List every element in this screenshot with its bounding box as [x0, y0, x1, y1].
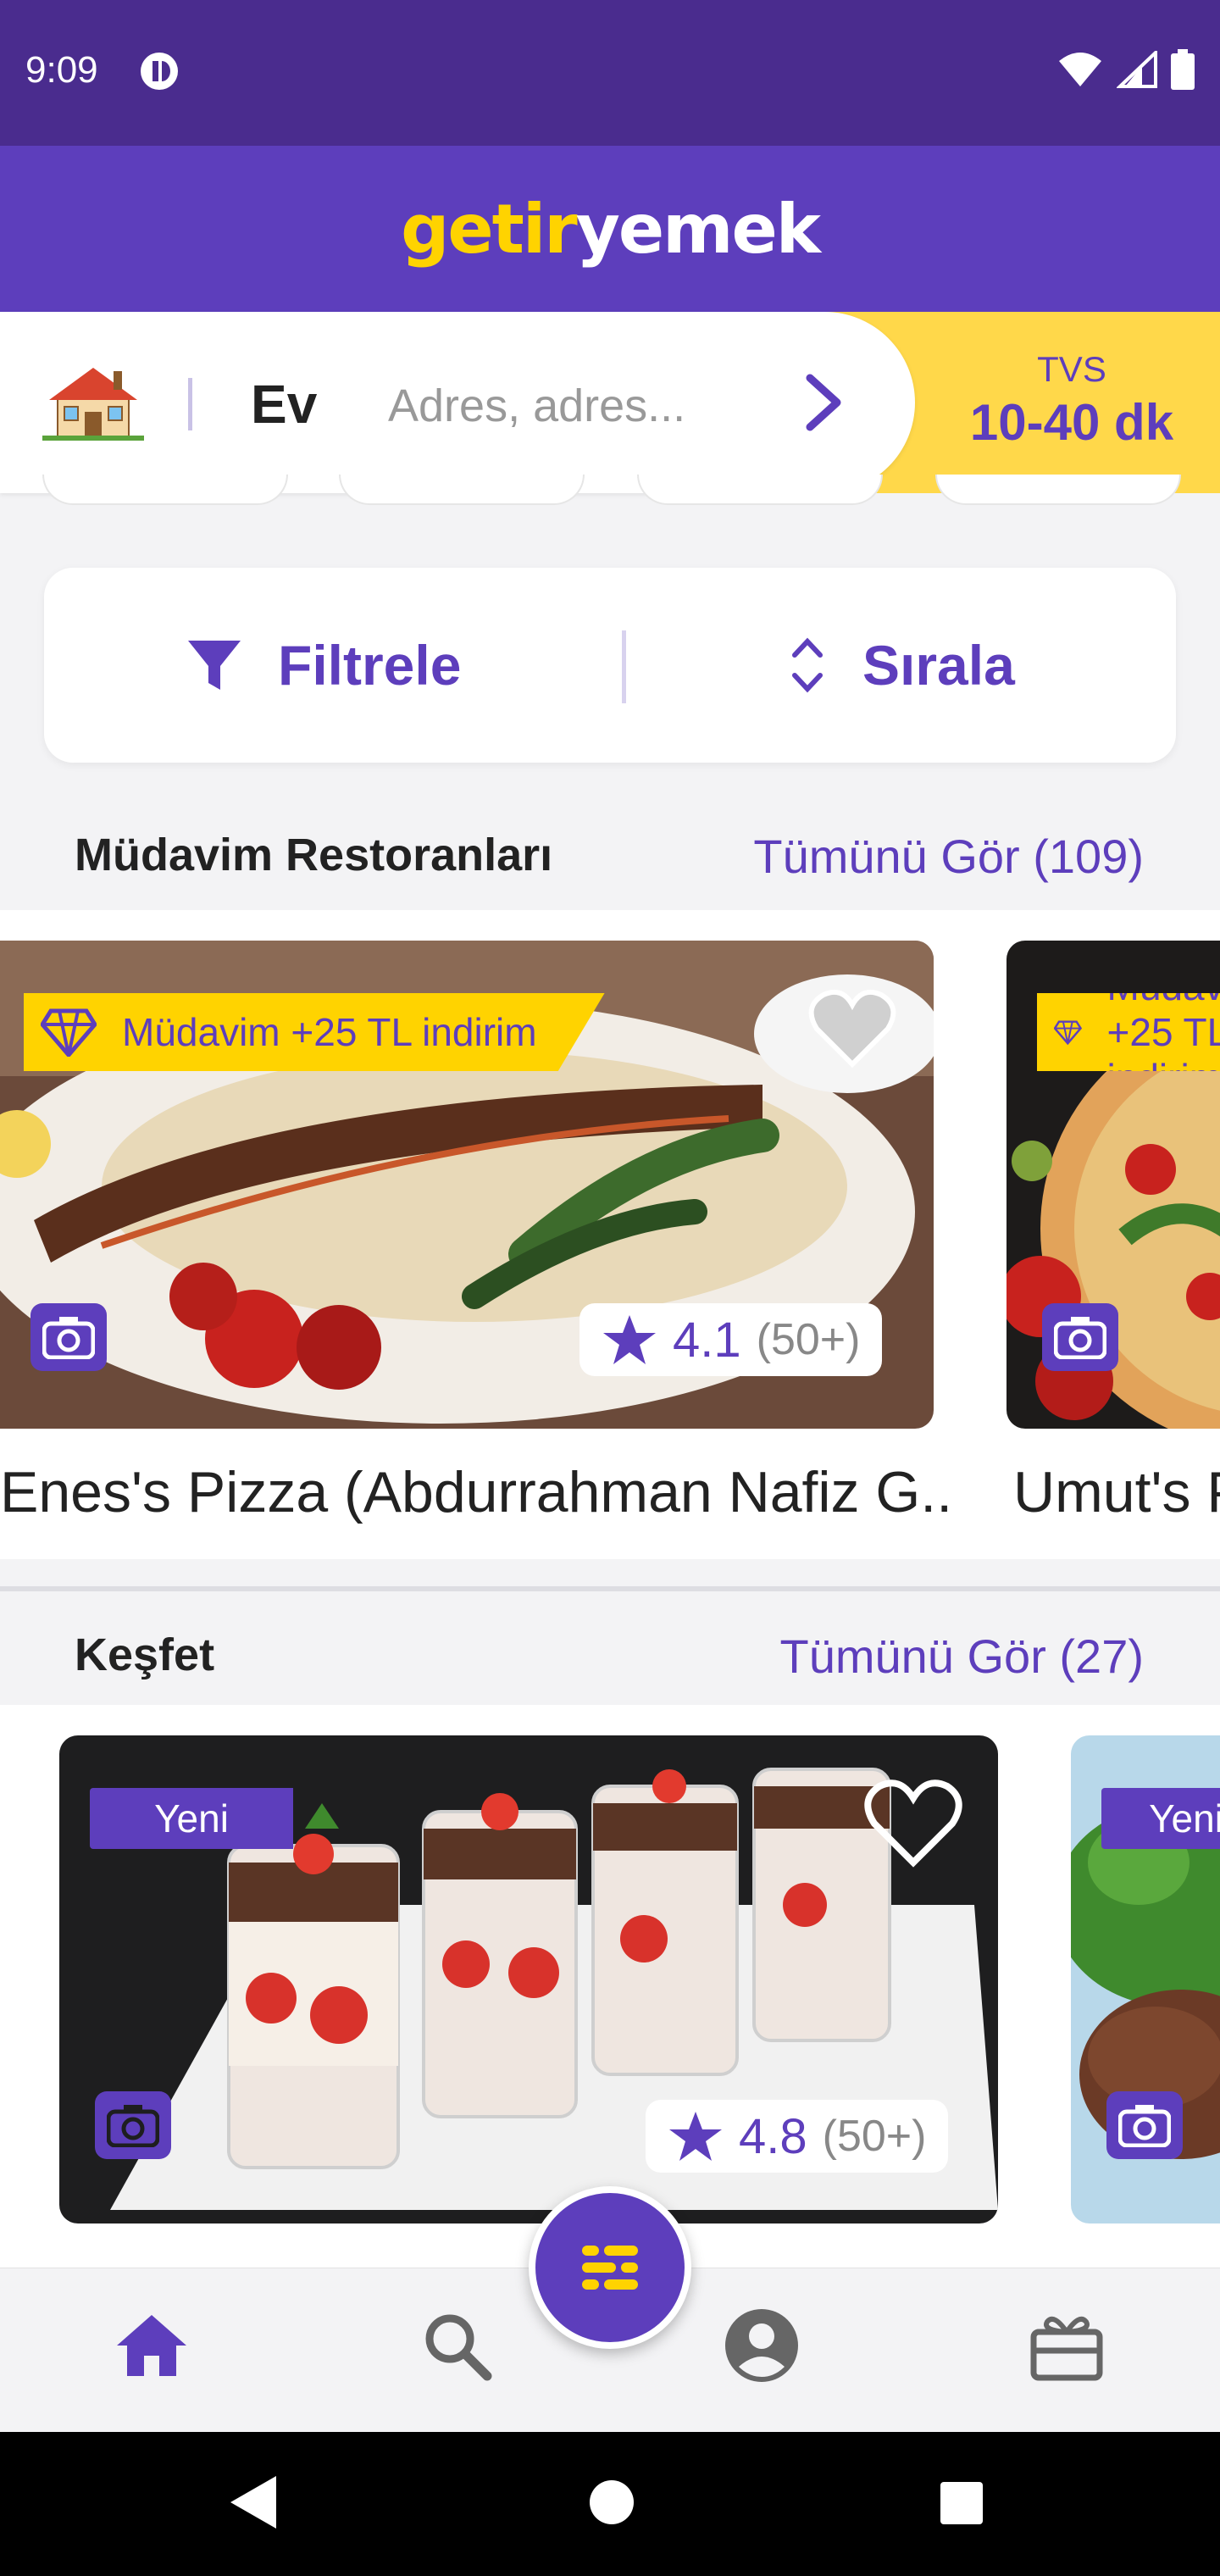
signal-icon	[1117, 51, 1157, 88]
sort-button[interactable]: Sırala	[786, 568, 1015, 763]
filter-icon	[188, 641, 241, 690]
discover-section-header: Keşfet Tümünü Gör (27)	[0, 1586, 1220, 1705]
menu-fab[interactable]	[529, 2186, 691, 2349]
star-icon	[669, 2112, 722, 2161]
camera-icon	[1042, 1303, 1118, 1371]
restaurant-name: Umut's Pizza	[1013, 1460, 1220, 1524]
restaurant-card[interactable]: Yeni	[1071, 1735, 1220, 2261]
see-all-link[interactable]: Tümünü Gör (109)	[753, 829, 1144, 884]
camera-icon	[1106, 2091, 1183, 2159]
address-divider	[188, 378, 192, 430]
discover-carousel[interactable]: Yeni 4.8 (50+) Yeni	[0, 1705, 1220, 2268]
logo-getir: getir	[401, 189, 578, 269]
profile-icon	[725, 2309, 798, 2382]
rating-count: (50+)	[756, 1315, 861, 1364]
filter-divider	[622, 630, 626, 703]
gift-icon	[1030, 2317, 1103, 2381]
filter-sort-card: Filtrele Sırala	[44, 568, 1176, 763]
house-icon	[42, 368, 144, 441]
promo-text: Müdavim +25 TL indirim	[122, 1010, 537, 1054]
restaurant-card[interactable]: Müdavim +25 TL indirim Umut's Pizza	[1006, 941, 1220, 1534]
category-chip[interactable]	[637, 475, 883, 505]
system-navigation-bar	[0, 2432, 1220, 2576]
delivery-eta: TVS 10-40 dk	[957, 349, 1186, 452]
notification-app-icon	[141, 53, 178, 90]
filter-button[interactable]: Filtrele	[185, 568, 461, 763]
section-title: Müdavim Restoranları	[75, 830, 553, 880]
restaurant-card[interactable]: Müdavim +25 TL indirim 4.1 (50+) Enes's …	[0, 941, 952, 1534]
sort-label: Sırala	[862, 634, 1015, 697]
category-chip[interactable]	[42, 475, 288, 505]
new-badge: Yeni	[1101, 1788, 1220, 1849]
see-all-link[interactable]: Tümünü Gör (27)	[780, 1629, 1145, 1684]
home-icon	[117, 2315, 186, 2376]
restaurant-card[interactable]: Yeni 4.8 (50+)	[59, 1735, 998, 2261]
section-title: Keşfet	[75, 1629, 215, 1680]
getiryemek-logo: getiryemek	[401, 189, 821, 269]
regulars-carousel[interactable]: Müdavim +25 TL indirim 4.1 (50+) Enes's …	[0, 910, 1220, 1559]
promo-badge: Müdavim +25 TL indirim	[24, 993, 605, 1071]
filter-label: Filtrele	[278, 634, 462, 697]
address-text: Adres, adres...	[388, 380, 686, 431]
eta-value: 10-40 dk	[969, 394, 1174, 451]
search-icon	[425, 2314, 492, 2381]
regulars-section-header: Müdavim Restoranları Tümünü Gör (109)	[0, 791, 1220, 910]
battery-icon	[1171, 49, 1195, 90]
status-icons	[1057, 49, 1195, 90]
rating-badge: 4.8 (50+)	[646, 2100, 949, 2173]
restaurant-name: Enes's Pizza (Abdurrahman Nafiz G..	[0, 1460, 953, 1524]
nav-gifts[interactable]	[1020, 2299, 1113, 2392]
diamond-icon	[41, 1008, 97, 1057]
diamond-icon	[1054, 1020, 1082, 1046]
address-selector[interactable]: Ev Adres, adres...	[0, 312, 915, 493]
star-icon	[603, 1315, 656, 1364]
rating-badge: 4.1 (50+)	[580, 1303, 883, 1376]
logo-yemek: yemek	[575, 189, 821, 269]
favorite-heart-icon[interactable]	[808, 988, 896, 1069]
promo-badge: Müdavim +25 TL indirim	[1037, 993, 1220, 1071]
address-bar: Ev Adres, adres... TVS 10-40 dk	[0, 312, 1220, 493]
nav-search[interactable]	[410, 2299, 503, 2392]
favorite-heart-icon[interactable]	[862, 1778, 964, 1869]
sort-icon	[792, 637, 823, 693]
new-badge: Yeni	[90, 1788, 293, 1849]
nav-home[interactable]	[105, 2299, 198, 2392]
address-label: Ev	[251, 374, 318, 435]
camera-icon	[30, 1303, 107, 1371]
status-time: 9:09	[25, 49, 98, 91]
recents-icon[interactable]	[935, 2473, 986, 2532]
camera-icon	[95, 2091, 171, 2159]
menu-fab-icon	[582, 2246, 638, 2290]
back-icon[interactable]	[227, 2473, 281, 2532]
nav-profile[interactable]	[715, 2299, 808, 2392]
rating-count: (50+)	[822, 2112, 927, 2161]
eta-label: TVS	[1037, 349, 1106, 389]
wifi-icon	[1059, 53, 1101, 86]
rating-value: 4.1	[673, 1312, 741, 1368]
category-chip[interactable]	[339, 475, 585, 505]
home-button-icon[interactable]	[586, 2473, 637, 2532]
chevron-right-icon	[806, 374, 841, 431]
rating-value: 4.8	[739, 2108, 807, 2164]
app-header: getiryemek	[0, 146, 1220, 312]
category-chip[interactable]	[935, 475, 1181, 505]
status-bar: 9:09	[0, 0, 1220, 146]
